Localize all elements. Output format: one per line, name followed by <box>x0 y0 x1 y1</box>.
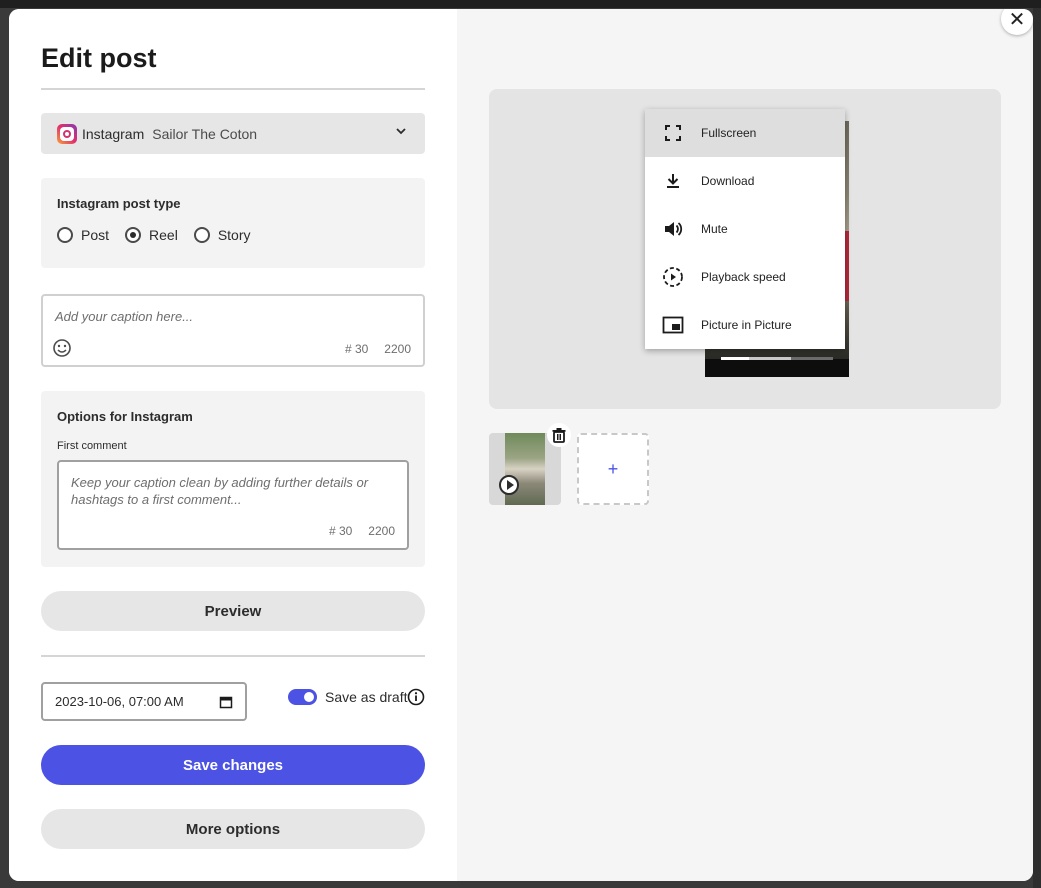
menu-item-download[interactable]: Download <box>645 157 845 205</box>
datetime-value: 2023-10-06, 07:00 AM <box>55 694 184 709</box>
info-icon[interactable] <box>407 688 425 706</box>
close-icon: ✕ <box>1008 9 1026 31</box>
add-media-button[interactable]: + <box>577 433 649 505</box>
hashtag-counter: # 30 <box>344 342 369 356</box>
first-comment-placeholder: Keep your caption clean by adding furthe… <box>71 475 369 507</box>
media-preview: Fullscreen Download Mute Playback speed … <box>489 89 1001 409</box>
account-name: Sailor The Coton <box>152 125 258 142</box>
char-counter: 2200 <box>384 342 411 356</box>
fullscreen-icon <box>661 121 685 145</box>
draft-toggle[interactable] <box>288 689 317 705</box>
video-progress-bar[interactable] <box>721 357 833 360</box>
char-counter: 2200 <box>368 524 395 538</box>
menu-item-fullscreen[interactable]: Fullscreen <box>645 109 845 157</box>
picture-in-picture-icon <box>661 313 685 337</box>
menu-label: Mute <box>701 222 728 236</box>
playback-speed-icon <box>661 265 685 289</box>
post-type-title: Instagram post type <box>57 196 181 211</box>
calendar-icon[interactable] <box>219 695 233 709</box>
draft-toggle-label: Save as draft <box>325 689 408 705</box>
media-pane: Fullscreen Download Mute Playback speed … <box>457 9 1033 881</box>
video-progress-fill <box>721 357 749 360</box>
caption-input[interactable]: Add your caption here... # 30 2200 <box>41 294 425 367</box>
schedule-datetime-input[interactable]: 2023-10-06, 07:00 AM <box>41 682 247 721</box>
divider <box>41 655 425 657</box>
chevron-down-icon <box>396 128 406 135</box>
radio-story[interactable]: Story <box>193 227 251 243</box>
video-badge-icon <box>499 475 519 495</box>
radio-circle <box>57 227 73 243</box>
delete-media-button[interactable] <box>547 423 571 447</box>
divider <box>41 88 425 90</box>
instagram-icon <box>57 123 77 144</box>
radio-post[interactable]: Post <box>57 227 109 243</box>
instagram-options-card: Options for Instagram First comment Keep… <box>41 391 425 567</box>
caption-counters: # 30 2200 <box>345 342 411 356</box>
first-comment-input[interactable]: Keep your caption clean by adding furthe… <box>57 460 409 550</box>
volume-icon <box>661 217 685 241</box>
download-icon <box>661 169 685 193</box>
video-buffer <box>749 357 791 360</box>
account-select[interactable]: Instagram Sailor The Coton <box>41 113 425 154</box>
radio-circle <box>193 227 210 243</box>
backdrop <box>0 0 1041 8</box>
menu-label: Fullscreen <box>701 126 757 140</box>
menu-item-mute[interactable]: Mute <box>645 205 845 253</box>
preview-button[interactable]: Preview <box>41 591 425 631</box>
menu-label: Download <box>701 174 755 188</box>
menu-label: Playback speed <box>701 270 786 284</box>
options-title: Options for Instagram <box>57 409 193 424</box>
first-comment-counters: # 30 2200 <box>329 524 395 538</box>
editor-pane: Edit post Instagram Sailor The Coton Ins… <box>9 9 457 881</box>
caption-placeholder: Add your caption here... <box>55 309 194 324</box>
account-network: Instagram <box>82 125 145 142</box>
menu-item-playback-speed[interactable]: Playback speed <box>645 253 845 301</box>
menu-item-picture-in-picture[interactable]: Picture in Picture <box>645 301 845 349</box>
radio-label: Story <box>217 227 251 243</box>
trash-icon <box>552 428 566 443</box>
radio-circle-checked <box>125 227 142 243</box>
page-title: Edit post <box>41 43 157 73</box>
post-type-radio-group: Post Reel Story <box>57 227 267 243</box>
video-context-menu: Fullscreen Download Mute Playback speed … <box>645 109 845 349</box>
more-options-button[interactable]: More options <box>41 809 425 849</box>
plus-icon: + <box>607 458 619 479</box>
save-changes-button[interactable]: Save changes <box>41 745 425 785</box>
radio-reel[interactable]: Reel <box>125 227 178 243</box>
radio-label: Reel <box>149 227 178 243</box>
radio-label: Post <box>81 227 110 243</box>
hashtag-counter: # 30 <box>328 524 353 538</box>
edit-post-modal: Edit post Instagram Sailor The Coton Ins… <box>9 9 1033 881</box>
menu-label: Picture in Picture <box>701 318 792 332</box>
emoji-icon[interactable] <box>52 338 72 358</box>
backdrop-edge <box>1033 8 1041 888</box>
post-type-card: Instagram post type Post Reel Story <box>41 178 425 268</box>
first-comment-label: First comment <box>57 440 127 452</box>
